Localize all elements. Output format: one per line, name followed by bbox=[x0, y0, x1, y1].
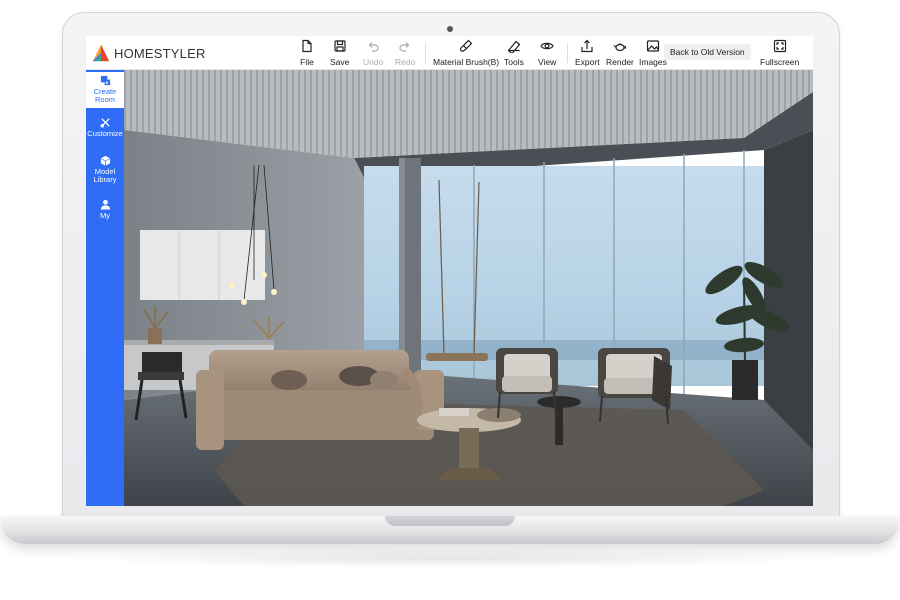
design-canvas[interactable] bbox=[124, 70, 813, 506]
webcam-dot bbox=[447, 26, 453, 32]
image-icon bbox=[646, 40, 660, 52]
homestyler-logo-icon bbox=[92, 44, 110, 62]
cube-icon bbox=[100, 155, 110, 166]
images-button[interactable]: Images bbox=[639, 38, 667, 68]
export-button[interactable]: Export bbox=[575, 38, 600, 68]
sidebar-item-customize[interactable]: Customize bbox=[86, 114, 124, 148]
paint-brush-icon bbox=[460, 39, 473, 52]
view-label: View bbox=[538, 57, 557, 67]
room-render bbox=[124, 70, 813, 506]
ruler-icon bbox=[507, 40, 521, 53]
images-label: Images bbox=[639, 57, 667, 67]
top-toolbar: HOMESTYLER File Save Undo Redo Material … bbox=[86, 36, 813, 70]
sidebar-label-model-library: Model Library bbox=[93, 167, 117, 184]
redo-button[interactable]: Redo bbox=[395, 38, 415, 68]
export-label: Export bbox=[575, 57, 600, 67]
tools-cross-icon bbox=[100, 118, 110, 128]
toolbar-divider bbox=[425, 43, 426, 63]
brand-logo[interactable]: HOMESTYLER bbox=[92, 42, 206, 64]
toolbar-divider bbox=[567, 43, 568, 63]
user-icon bbox=[100, 199, 110, 210]
left-sidebar: Create Room Customize Model Library My bbox=[86, 70, 124, 506]
create-room-icon bbox=[100, 75, 110, 86]
sidebar-item-my[interactable]: My bbox=[86, 196, 124, 230]
file-button[interactable]: File bbox=[300, 38, 314, 68]
save-button[interactable]: Save bbox=[330, 38, 349, 68]
sidebar-label-create-room: Create Room bbox=[93, 87, 117, 104]
file-icon bbox=[302, 39, 312, 53]
undo-button[interactable]: Undo bbox=[363, 38, 383, 68]
fullscreen-label: Fullscreen bbox=[760, 57, 800, 67]
fullscreen-button[interactable]: Fullscreen bbox=[760, 38, 799, 68]
teapot-icon bbox=[613, 43, 627, 52]
sidebar-item-model-library[interactable]: Model Library bbox=[86, 152, 124, 192]
tools-button[interactable]: Tools bbox=[504, 38, 524, 68]
tools-label: Tools bbox=[504, 57, 524, 67]
view-button[interactable]: View bbox=[538, 38, 556, 68]
sidebar-item-create-room[interactable]: Create Room bbox=[86, 72, 124, 108]
undo-label: Undo bbox=[363, 57, 384, 67]
undo-icon bbox=[368, 42, 379, 52]
eye-icon bbox=[540, 42, 554, 50]
fullscreen-icon bbox=[773, 39, 786, 53]
export-icon bbox=[581, 39, 593, 53]
laptop-hinge-notch bbox=[385, 516, 515, 526]
material-brush-button[interactable]: Material Brush(B) bbox=[433, 38, 499, 68]
file-label: File bbox=[300, 57, 314, 67]
sidebar-label-my: My bbox=[100, 211, 110, 220]
material-brush-label: Material Brush(B) bbox=[433, 57, 500, 67]
save-label: Save bbox=[330, 57, 350, 67]
save-icon bbox=[334, 40, 346, 52]
redo-label: Redo bbox=[395, 57, 416, 67]
redo-icon bbox=[399, 42, 410, 52]
sidebar-label-customize: Customize bbox=[87, 129, 123, 138]
laptop-shadow bbox=[60, 548, 840, 568]
back-to-old-version-button[interactable]: Back to Old Version bbox=[664, 44, 751, 60]
render-button[interactable]: Render bbox=[606, 38, 634, 68]
render-label: Render bbox=[606, 57, 634, 67]
brand-name: HOMESTYLER bbox=[114, 45, 206, 61]
app-window: HOMESTYLER File Save Undo Redo Material … bbox=[86, 36, 813, 506]
